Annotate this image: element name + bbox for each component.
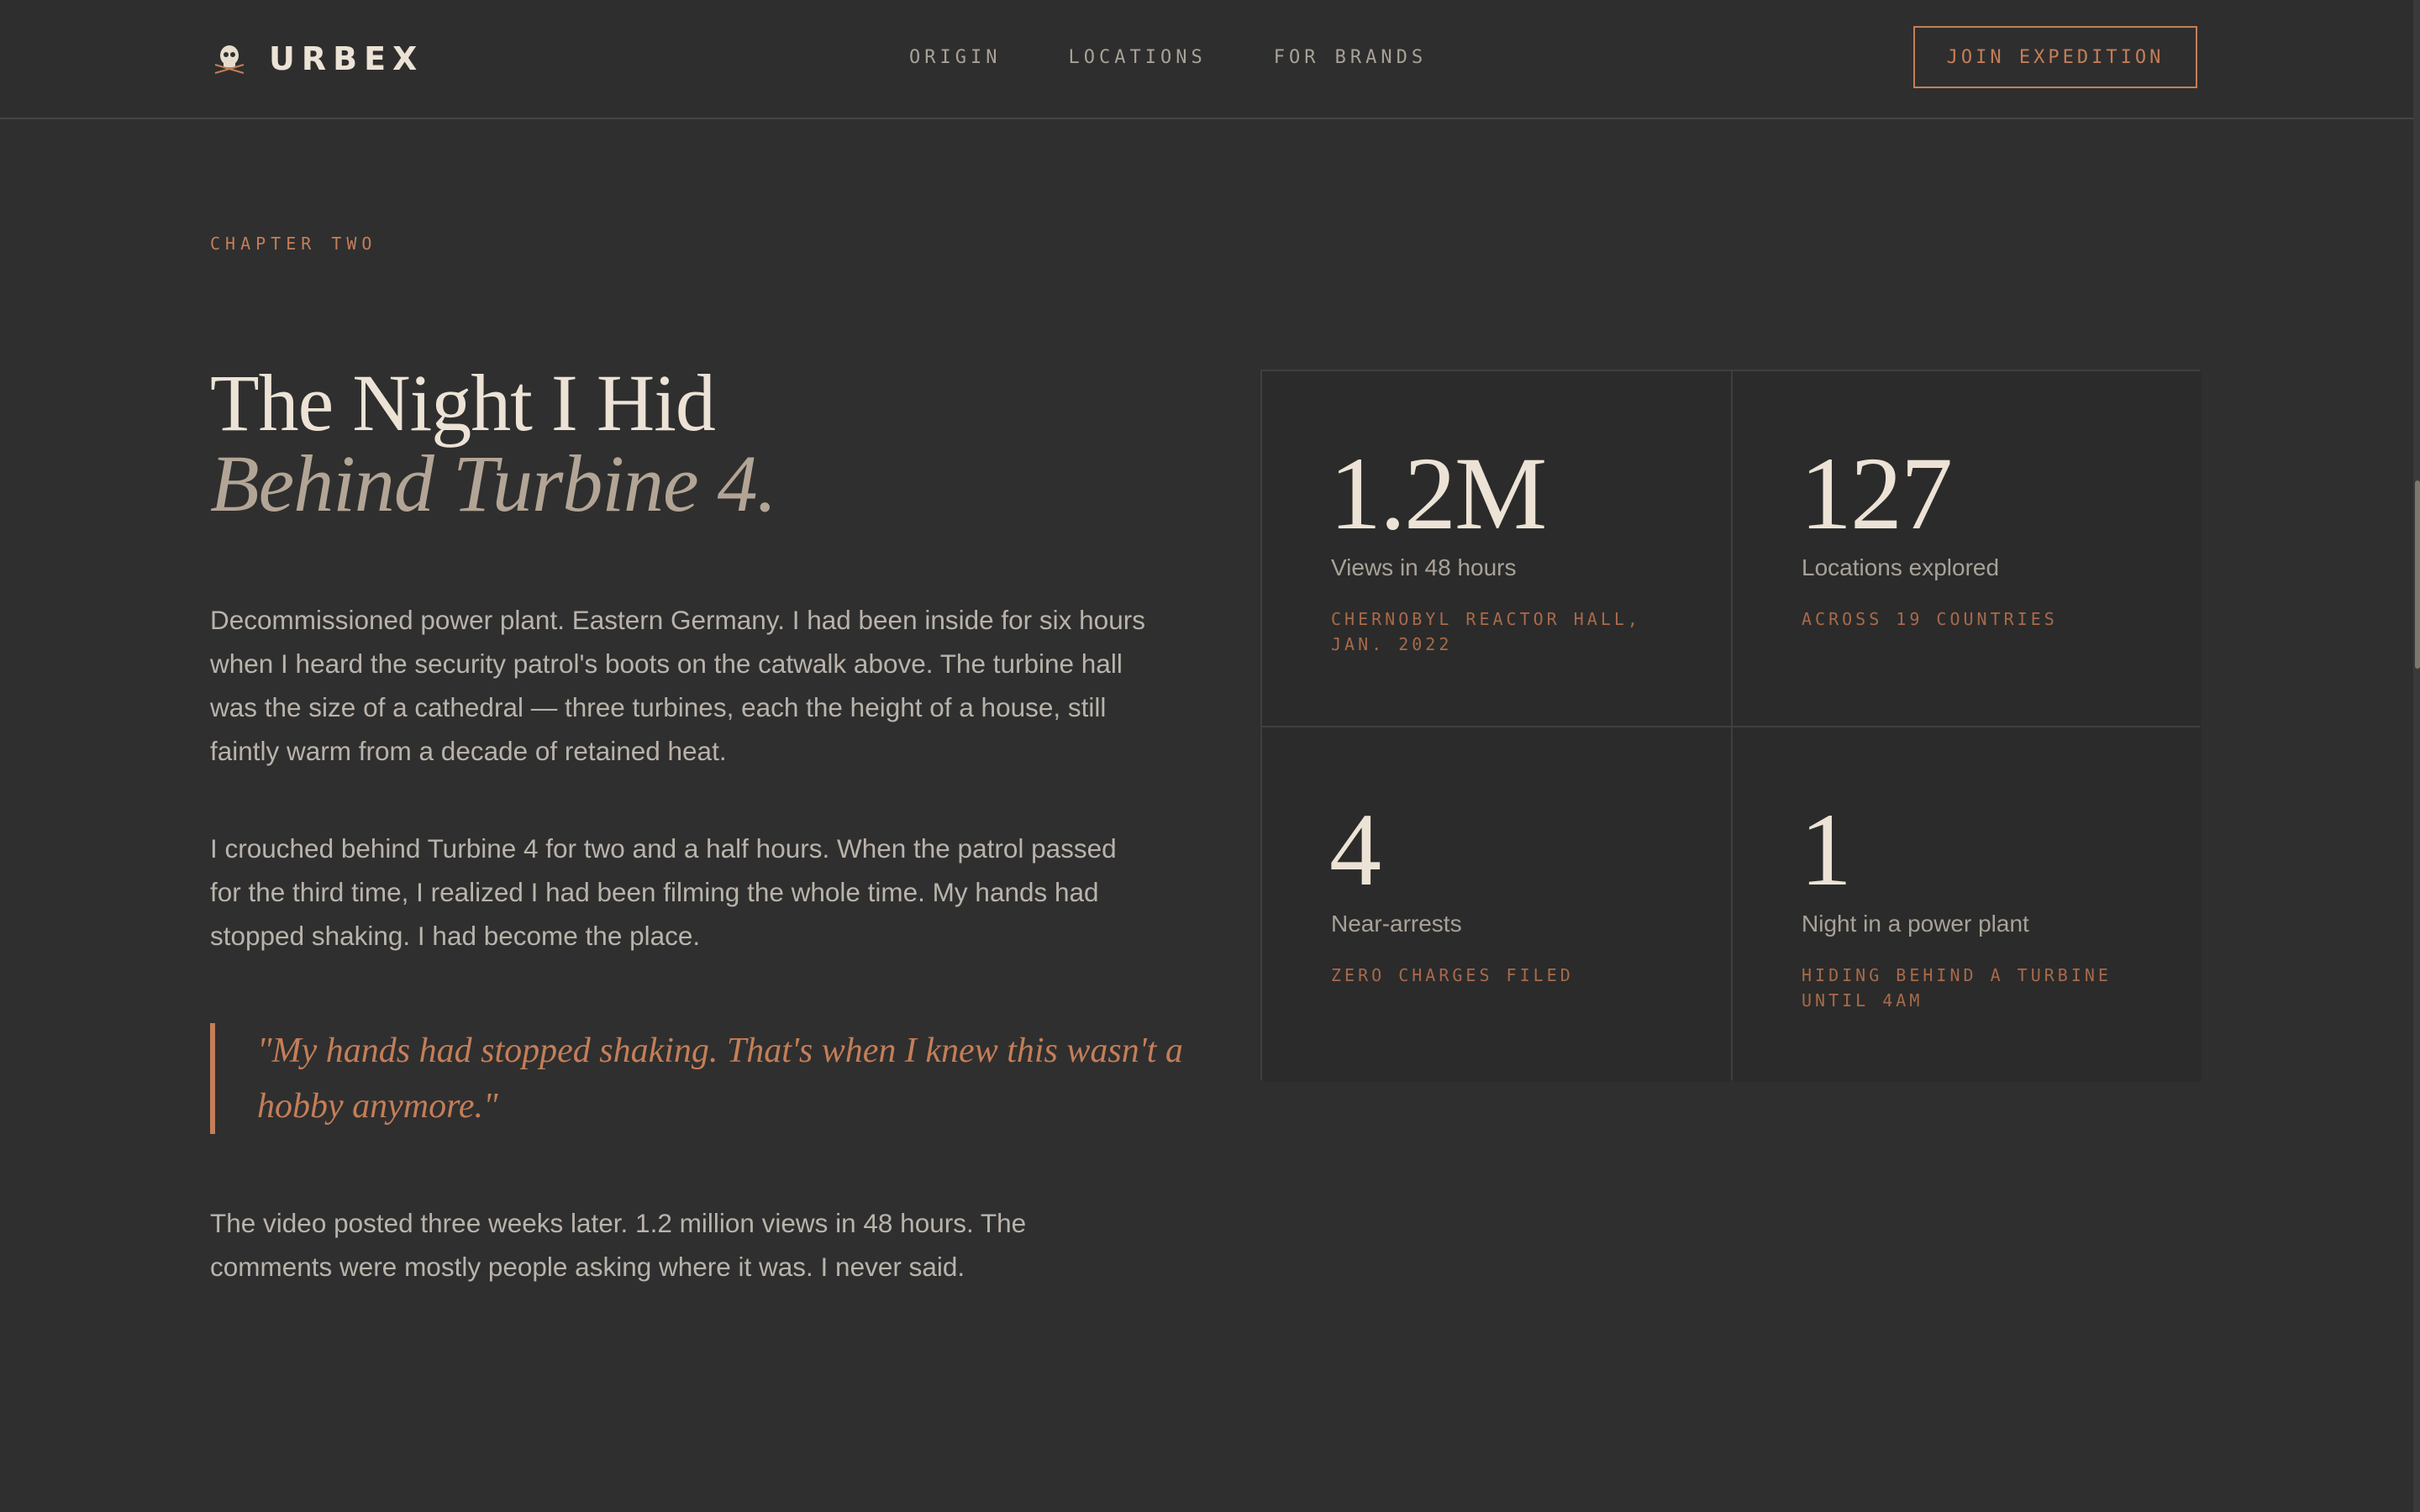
stat-card-power-plant: 1 Night in a power plant HIDING BEHIND A… xyxy=(1733,727,2202,1082)
story-paragraph-3: The video posted three weeks later. 1.2 … xyxy=(210,1208,1027,1282)
stat-note: HIDING BEHIND A TURBINE UNTIL 4AM xyxy=(1802,965,2112,1011)
site-header: URBEX ORIGIN LOCATIONS FOR BRANDS JOIN E… xyxy=(0,0,2413,119)
stat-card-locations: 127 Locations explored ACROSS 19 COUNTRI… xyxy=(1733,371,2202,726)
stat-note: ZERO CHARGES FILED xyxy=(1331,965,1574,985)
page-scrollbar[interactable] xyxy=(2413,0,2420,1512)
story-title-line2: Behind Turbine 4. xyxy=(210,438,777,528)
stat-label: Locations explored xyxy=(1802,554,2000,580)
chapter-label: CHAPTER TWO xyxy=(210,234,377,254)
skull-icon xyxy=(214,45,245,74)
main-nav: ORIGIN LOCATIONS FOR BRANDS xyxy=(909,44,1427,72)
stat-card-near-arrests: 4 Near-arrests ZERO CHARGES FILED xyxy=(1262,727,1731,1082)
nav-link-locations[interactable]: LOCATIONS xyxy=(1068,44,1206,72)
story-paragraph-2: I crouched behind Turbine 4 for two and … xyxy=(210,833,1117,951)
stat-value: 1 xyxy=(1800,792,1852,907)
stat-label: Night in a power plant xyxy=(1802,911,2029,937)
stat-label: Near-arrests xyxy=(1331,911,1462,937)
stats-grid: 1.2M Views in 48 hours CHERNOBYL REACTOR… xyxy=(1260,370,2202,1082)
stat-note: CHERNOBYL REACTOR HALL, JAN. 2022 xyxy=(1331,609,1641,654)
join-expedition-button[interactable]: JOIN EXPEDITION xyxy=(1913,26,2197,88)
pull-quote: "My hands had stopped shaking. That's wh… xyxy=(210,1023,1198,1134)
story-title-line1: The Night I Hid xyxy=(210,358,716,448)
nav-link-for-brands[interactable]: FOR BRANDS xyxy=(1274,44,1427,72)
stat-note: ACROSS 19 COUNTRIES xyxy=(1802,609,2058,629)
story-paragraph-1: Decommissioned power plant. Eastern Germ… xyxy=(210,605,1145,766)
brand-logo-link[interactable]: URBEX xyxy=(210,35,424,82)
stat-value: 127 xyxy=(1800,436,1953,551)
stat-value: 1.2M xyxy=(1329,436,1547,551)
scrollbar-thumb[interactable] xyxy=(2415,480,2420,669)
nav-link-origin[interactable]: ORIGIN xyxy=(909,44,1001,72)
stat-label: Views in 48 hours xyxy=(1331,554,1517,580)
stat-value: 4 xyxy=(1329,792,1381,907)
story-title: The Night I Hid Behind Turbine 4. xyxy=(210,363,777,528)
brand-name: URBEX xyxy=(269,40,424,77)
stat-card-views: 1.2M Views in 48 hours CHERNOBYL REACTOR… xyxy=(1262,371,1731,726)
